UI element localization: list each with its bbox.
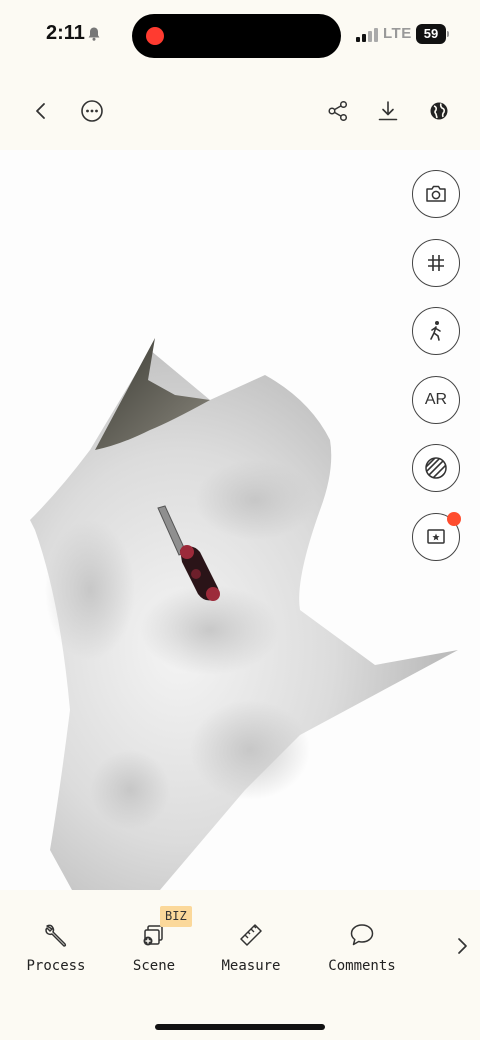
more-button[interactable] — [75, 94, 109, 128]
network-label: LTE — [383, 25, 412, 42]
favorites-button[interactable] — [412, 512, 461, 561]
star-frame-icon — [427, 529, 445, 544]
back-button[interactable] — [24, 94, 58, 128]
grid-icon — [428, 255, 444, 271]
model-viewport[interactable]: AR — [0, 150, 480, 890]
share-button[interactable] — [321, 94, 355, 128]
battery-indicator: 59 — [416, 24, 449, 44]
material-button[interactable] — [412, 444, 460, 492]
bell-muted-icon — [88, 27, 100, 41]
globe-icon — [430, 102, 448, 120]
ar-label: AR — [424, 391, 448, 408]
ruler-icon — [240, 924, 262, 946]
walk-mode-button[interactable] — [412, 307, 460, 355]
chevron-right-icon[interactable] — [452, 936, 472, 956]
tab-process-label: Process — [26, 958, 86, 974]
chevron-left-icon — [36, 103, 45, 119]
camera-icon — [426, 185, 446, 202]
speech-bubble-icon — [350, 924, 374, 946]
home-indicator[interactable] — [155, 1024, 325, 1030]
dynamic-island — [132, 14, 341, 58]
tab-comments[interactable]: Comments — [324, 920, 400, 974]
tab-scene-label: Scene — [132, 958, 176, 974]
walking-person-icon — [430, 321, 441, 341]
status-time: 2:11 — [46, 22, 85, 44]
wrench-icon — [45, 924, 67, 947]
biz-badge: BIZ — [160, 906, 192, 927]
ellipsis-circle-icon — [81, 100, 103, 122]
recording-indicator-icon — [146, 27, 164, 45]
globe-button[interactable] — [422, 94, 456, 128]
ar-button[interactable]: AR — [412, 376, 460, 424]
striped-sphere-icon — [425, 457, 447, 479]
download-icon — [378, 101, 398, 121]
share-icon — [328, 100, 348, 122]
notification-badge — [447, 512, 461, 526]
top-toolbar — [0, 80, 480, 142]
tab-scene[interactable]: Scene — [128, 920, 180, 974]
status-bar: 2:11 LTE 59 — [0, 0, 480, 72]
tab-process[interactable]: Process — [24, 920, 88, 974]
signal-icon — [356, 28, 378, 42]
3d-model[interactable] — [0, 150, 480, 890]
camera-button[interactable] — [412, 170, 460, 218]
tab-measure-label: Measure — [221, 958, 281, 974]
tab-comments-label: Comments — [328, 958, 396, 974]
tab-measure[interactable]: Measure — [218, 920, 284, 974]
grid-button[interactable] — [412, 239, 460, 287]
bottom-tab-bar: Process Scene BIZ Measure Comments — [0, 890, 480, 1040]
download-button[interactable] — [371, 94, 405, 128]
